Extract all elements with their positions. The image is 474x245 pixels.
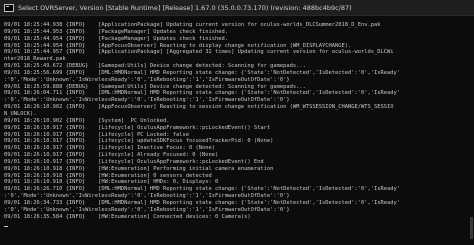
log-line: 09/01 18:25:44.953 {INFO} [PackageManage… [4, 28, 228, 35]
console-output[interactable]: 09/01 18:25:44.938 {INFO} [ApplicationPa… [4, 22, 466, 240]
log-line: 09/01 18:26:10.917 {INFO} [Lifecycle] PC… [4, 131, 189, 138]
log-line: :'0','Mode':'Unknown','IsWirelessReady':… [4, 76, 290, 83]
log-line: :'0','Mode':'Unknown','IsWirelessReady':… [4, 193, 290, 200]
log-line: 09/01 18:25:44.957 {INFO} [ApplicationPa… [4, 49, 394, 56]
log-line: 09/01 18:26:10.917 {INFO} [Lifecycle] In… [4, 145, 215, 152]
log-line: 09/01 18:26:10.918 {INFO} [HW:Enumeratio… [4, 172, 212, 179]
log-line: 09/01 18:26:10.902 {INFO} [System] PC Un… [4, 117, 170, 124]
window-title: Select OVRServer, Version [Stable Runtim… [18, 3, 352, 12]
log-line: 09/01 18:26:10.917 {INFO} [Lifecycle] up… [4, 138, 274, 145]
log-line: 09/01 18:26:34.733 {INFO} [DML:HMDNormal… [4, 199, 400, 206]
log-line: 09/01 18:25:49.672 {DEBUG} [Gamepad:Util… [4, 63, 306, 70]
log-line: 09/01 18:25:44.954 {INFO} [AppFocusObser… [4, 42, 352, 49]
log-line: N_UNLOCK). [4, 110, 37, 117]
console-app-icon [4, 3, 14, 12]
log-line: 09/01 18:25:44.938 {INFO} [ApplicationPa… [4, 22, 381, 28]
log-line: 09/01 18:26:10.917 {INFO} [Lifecycle] Oc… [4, 124, 271, 131]
log-line: 09/01 18:26:26.710 {INFO} [DML:HMDNormal… [4, 186, 400, 193]
title-bar[interactable]: Select OVRServer, Version [Stable Runtim… [0, 0, 474, 16]
log-line: 09/01 18:26:10.902 {INFO} [AppFocusObser… [4, 104, 394, 111]
prompt-line [4, 220, 466, 228]
console-window: Select OVRServer, Version [Stable Runtim… [0, 0, 474, 245]
log-line: :'0','Mode':'Unknown','IsWirelessReady':… [4, 206, 290, 213]
scrollbar-thumb[interactable] [470, 217, 473, 239]
log-line: 09/01 18:25:56.699 {INFO} [DML:HMDNormal… [4, 69, 400, 76]
log-line: 09/01 18:26:10.918 {INFO} [HW:Enumeratio… [4, 165, 274, 172]
log-line: 09/01 18:26:10.918 {INFO} [HW:Enumeratio… [4, 179, 219, 186]
log-line: 09/01 18:26:10.917 {INFO} [Lifecycle] Al… [4, 152, 219, 159]
log-line: 09/01 18:25:44.954 {INFO} [PackageManage… [4, 35, 228, 42]
log-line: 09/01 18:26:35.584 {INFO} [HW:Enumeratio… [4, 213, 251, 220]
log-line: 09/01 18:26:10.917 {INFO} [Lifecycle] Oc… [4, 158, 264, 165]
log-line: :'0','Mode':'Unknown','IsWirelessReady':… [4, 97, 290, 104]
vertical-scrollbar[interactable] [468, 16, 474, 245]
text-cursor [4, 226, 8, 228]
log-line: 09/01 18:26:04.711 {INFO} [DML:HMDNormal… [4, 90, 400, 97]
log-line: nter2018_Reward.pak [4, 56, 66, 63]
log-line: 09/01 18:25:59.888 {DEBUG} [Gamepad:Util… [4, 83, 306, 90]
